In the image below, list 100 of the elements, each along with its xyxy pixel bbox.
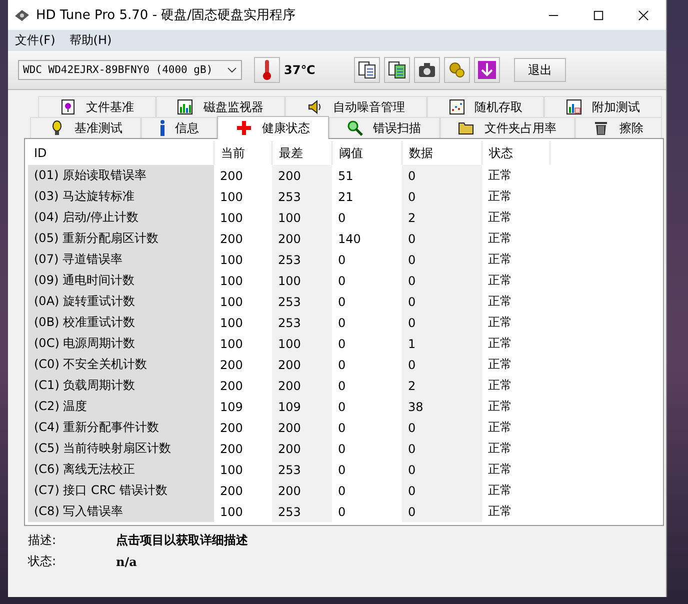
documents-icon[interactable] [384,57,410,83]
table-cell: 正常 [482,375,550,396]
table-cell: 100 [214,312,272,333]
table-cell: 正常 [482,459,550,480]
download-icon[interactable] [474,57,500,83]
table-cell: (C2) 温度 [28,396,214,417]
table-cell: 0 [332,354,402,375]
table-cell: (0B) 校准重试计数 [28,312,214,333]
menu-item[interactable]: 文件(F) [15,32,56,49]
table-cell: 200 [214,165,272,186]
tab[interactable]: 基准测试 [30,117,142,138]
table-cell: 正常 [482,480,550,501]
chevron-down-icon[interactable] [227,67,237,73]
table-cell: 0 [332,249,402,270]
table-cell: 0 [332,417,402,438]
table-cell: 100 [214,459,272,480]
table-cell: 200 [272,354,332,375]
table-cell: 0 [402,249,482,270]
table-cell: (C6) 离线无法校正 [28,459,214,480]
table-cell: (C4) 重新分配事件计数 [28,417,214,438]
tab[interactable]: 健康状态 [217,116,329,139]
table-cell: (0C) 电源周期计数 [28,333,214,354]
table-cell: 100 [214,270,272,291]
table-cell: 0 [332,375,402,396]
folder-icon [458,120,474,136]
table-cell: 100 [214,501,272,522]
table-cell: (07) 寻道错误率 [28,249,214,270]
table-cell: 253 [272,186,332,207]
table-cell: 200 [272,438,332,459]
table-cell: 100 [214,291,272,312]
table-cell: 0 [332,270,402,291]
table-cell: 200 [272,165,332,186]
table-cell: 100 [214,186,272,207]
cross-icon [236,120,252,136]
table-cell: (C8) 写入错误率 [28,501,214,522]
tab[interactable]: 信息 [141,117,218,138]
drive-select[interactable]: WDC WD42EJRX-89BFNY0 (4000 gB) [18,60,242,80]
table-cell: 0 [402,438,482,459]
table-cell: 0 [332,333,402,354]
field-label: 描述: [28,532,58,549]
tab[interactable]: 错误扫描 [328,117,440,138]
table-cell: 253 [272,459,332,480]
table-cell: 200 [272,228,332,249]
table-cell: 200 [272,375,332,396]
table-cell: (01) 原始读取错误率 [28,165,214,186]
table-cell: 1 [402,333,482,354]
table-cell: (03) 马达旋转标准 [28,186,214,207]
table-cell: 253 [272,501,332,522]
tab[interactable]: 磁盘监视器 [156,96,286,117]
close-icon[interactable] [638,10,649,20]
table-cell: 正常 [482,312,550,333]
tab[interactable]: 文件基准 [38,96,156,117]
table-cell: 正常 [482,501,550,522]
window-title: HD Tune Pro 5.70 - 硬盘/固态硬盘实用程序 [36,7,296,24]
table-cell: (C0) 不安全关机计数 [28,354,214,375]
trash-icon [593,120,610,136]
table-cell: 正常 [482,186,550,207]
table-cell: 正常 [482,354,550,375]
table-cell: 正常 [482,249,550,270]
copy-icon[interactable] [354,57,380,83]
table-cell: 0 [402,228,482,249]
table-cell: 0 [402,459,482,480]
table-cell: 200 [214,480,272,501]
column-header[interactable]: 状态 [482,141,550,165]
app-icon [14,7,30,23]
table-cell: 100 [272,207,332,228]
tab[interactable]: 文件夹占用率 [440,117,575,138]
tab[interactable]: 擦除 [574,117,662,138]
camera-icon[interactable] [414,57,440,83]
table-cell: 0 [402,186,482,207]
table-cell: (09) 通电时间计数 [28,270,214,291]
table-cell: 2 [402,207,482,228]
table-cell: (0A) 旋转重试计数 [28,291,214,312]
table-cell: 200 [214,354,272,375]
table-cell: 0 [402,165,482,186]
table-cell: 140 [332,228,402,249]
menu-item[interactable]: 帮助(H) [69,32,112,49]
table-cell: 0 [332,207,402,228]
speaker-icon [306,99,323,115]
table-cell: 0 [402,354,482,375]
bar-chart-icon [177,99,194,115]
temperature-reading: 37℃ [284,63,316,77]
table-cell: 200 [214,375,272,396]
scatter-icon [448,99,465,115]
tab[interactable]: 附加测试 [544,96,662,117]
tab[interactable]: 随机存取 [426,96,544,117]
table-cell: 0 [402,480,482,501]
exit-button[interactable]: 退出 [514,58,566,82]
table-cell: 0 [332,438,402,459]
table-cell: (C5) 当前待映射扇区计数 [28,438,214,459]
table-cell: 100 [214,207,272,228]
maximize-icon[interactable] [593,10,604,20]
table-cell: 253 [272,291,332,312]
tab[interactable]: 自动噪音管理 [285,96,427,117]
table-cell: 正常 [482,438,550,459]
table-cell: 正常 [482,270,550,291]
thermometer-icon[interactable] [254,57,280,83]
table-cell: 正常 [482,396,550,417]
field-value: n/a [116,554,137,568]
table-cell: 正常 [482,228,550,249]
